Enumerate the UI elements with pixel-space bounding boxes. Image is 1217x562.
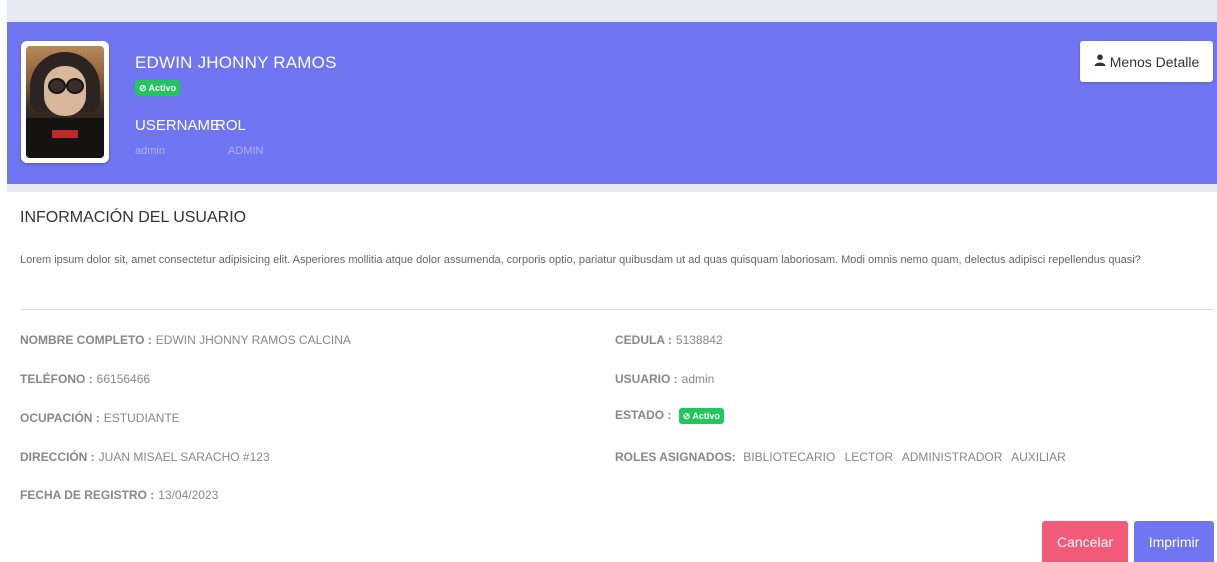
section-title: INFORMACIÓN DEL USUARIO — [20, 209, 247, 226]
print-button[interactable]: Imprimir — [1134, 521, 1214, 562]
avatar — [21, 41, 109, 163]
check-circle-icon: ⊘ — [682, 411, 691, 421]
field-estado: ESTADO : ⊘ Activo — [615, 408, 724, 424]
estado-badge: ⊘ Activo — [678, 408, 724, 424]
rol-label: ROL — [215, 117, 246, 134]
field-value: admin — [681, 372, 715, 386]
field-direccion: DIRECCIÓN : JUAN MISAEL SARACHO #123 — [20, 450, 270, 464]
field-label: NOMBRE COMPLETO : — [20, 333, 152, 347]
username-value: admin — [135, 145, 165, 157]
role-item: AUXILIAR — [1011, 450, 1066, 464]
status-badge: ⊘ Activo — [135, 80, 181, 96]
role-item: ADMINISTRADOR — [901, 450, 1003, 464]
field-label: CEDULA : — [615, 333, 672, 347]
roles-list: BIBLIOTECARIO LECTOR ADMINISTRADOR AUXIL… — [743, 450, 1072, 464]
field-value: 66156466 — [96, 372, 151, 386]
field-value: 13/04/2023 — [158, 488, 219, 502]
estado-badge-label: Activo — [692, 411, 720, 421]
banner-bottom-strip — [7, 184, 1217, 192]
field-label: ROLES ASIGNADOS: — [615, 450, 736, 464]
field-label: OCUPACIÓN : — [20, 411, 100, 425]
user-name: EDWIN JHONNY RAMOS — [135, 53, 337, 72]
username-label: USERNAME — [135, 117, 221, 134]
top-strip — [7, 0, 1217, 22]
section-description: Lorem ipsum dolor sit, amet consectetur … — [20, 254, 1141, 266]
role-item: BIBLIOTECARIO — [743, 450, 836, 464]
field-roles-asignados: ROLES ASIGNADOS: BIBLIOTECARIO LECTOR AD… — [615, 450, 1072, 464]
field-label: DIRECCIÓN : — [20, 450, 95, 464]
field-label: TELÉFONO : — [20, 372, 93, 386]
field-label: USUARIO : — [615, 372, 678, 386]
field-telefono: TELÉFONO :66156466 — [20, 372, 150, 386]
rol-value: ADMIN — [228, 145, 264, 157]
field-fecha-registro: FECHA DE REGISTRO :13/04/2023 — [20, 488, 218, 502]
field-value: JUAN MISAEL SARACHO #123 — [98, 450, 270, 464]
check-circle-icon: ⊘ — [139, 83, 147, 93]
field-nombre-completo: NOMBRE COMPLETO : EDWIN JHONNY RAMOS CALC… — [20, 333, 351, 347]
field-ocupacion: OCUPACIÓN : ESTUDIANTE — [20, 411, 180, 425]
field-value: EDWIN JHONNY RAMOS CALCINA — [155, 333, 351, 347]
field-usuario: USUARIO : admin — [615, 372, 714, 386]
profile-banner: EDWIN JHONNY RAMOS ⊘ Activo USERNAME ROL… — [7, 22, 1217, 184]
field-value: 5138842 — [675, 333, 723, 347]
field-cedula: CEDULA :5138842 — [615, 333, 723, 347]
less-detail-button[interactable]: Menos Detalle — [1080, 41, 1213, 82]
user-icon — [1094, 54, 1106, 69]
role-item: LECTOR — [844, 450, 894, 464]
field-label: ESTADO : — [615, 408, 672, 422]
less-detail-label: Menos Detalle — [1109, 53, 1200, 70]
cancel-button[interactable]: Cancelar — [1042, 521, 1128, 562]
status-badge-label: Activo — [148, 83, 177, 93]
field-value: ESTUDIANTE — [103, 411, 180, 425]
field-label: FECHA DE REGISTRO : — [20, 488, 155, 502]
avatar-photo — [26, 46, 104, 158]
divider — [20, 309, 1214, 310]
